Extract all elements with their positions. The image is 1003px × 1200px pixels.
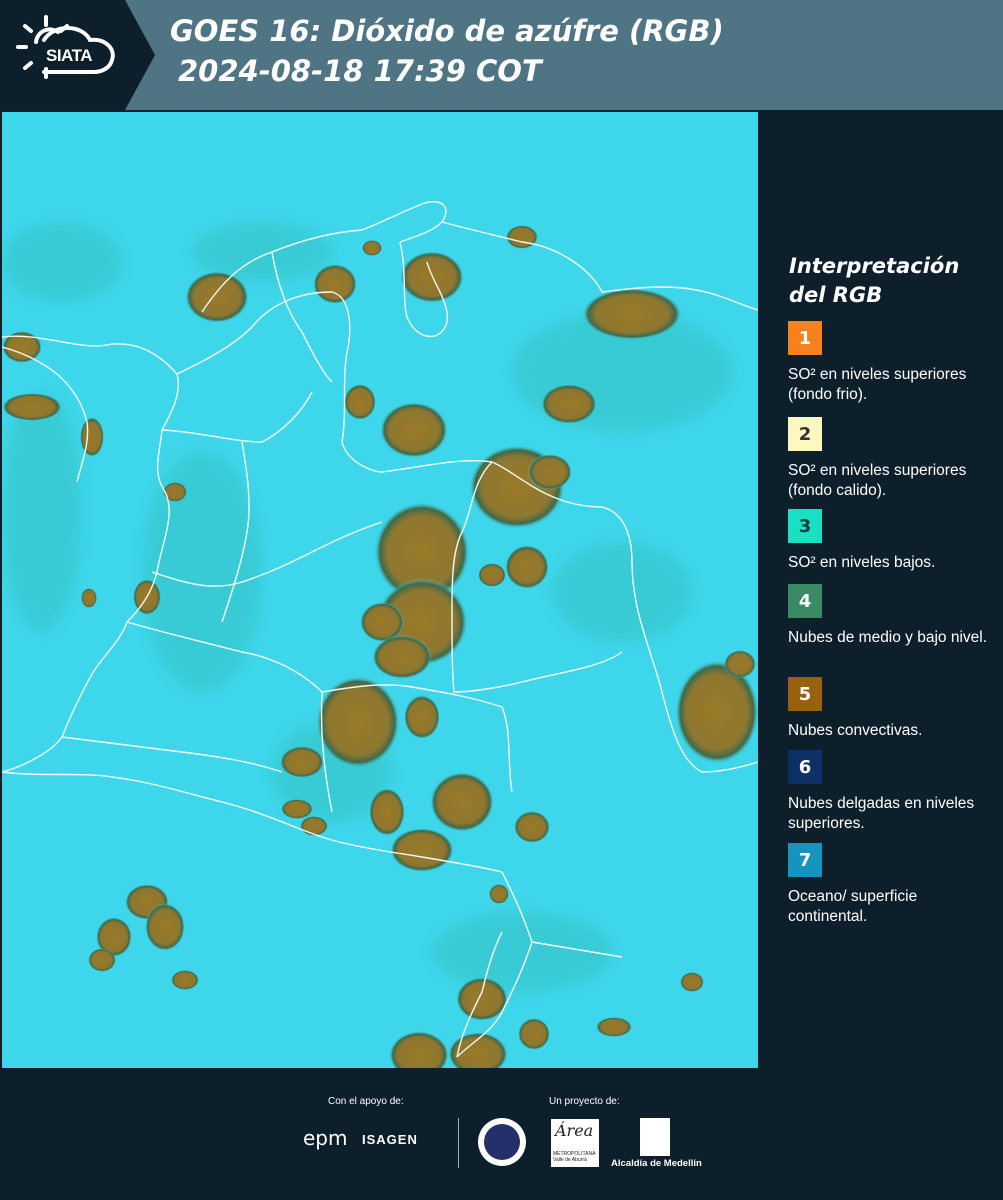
isagen-logo: ISAGEN	[362, 1132, 418, 1147]
alcaldia-shield-icon	[640, 1118, 670, 1156]
footer-divider	[458, 1118, 459, 1168]
epm-logo: epm	[303, 1126, 348, 1150]
legend-item-4: 4 Nubes de medio y bajo nivel.	[788, 584, 993, 648]
legend-panel: Interpretación del RGB 1 SO² en niveles …	[760, 112, 1003, 1068]
legend-label-5: Nubes convectivas.	[788, 722, 923, 739]
legend-item-2: 2 SO² en niveles superiores (fondo calid…	[788, 417, 993, 501]
legend-label-7: Oceano/ superficie continental.	[788, 888, 918, 925]
legend-number-2: 2	[798, 423, 812, 445]
legend-swatch-5: 5	[788, 677, 822, 711]
legend-swatch-7: 7	[788, 843, 822, 877]
legend-label-2: SO² en niveles superiores (fondo calido)…	[788, 462, 967, 499]
medellin-seal-icon	[478, 1118, 526, 1166]
legend-swatch-2: 2	[788, 417, 822, 451]
support-label: Con el apoyo de:	[328, 1096, 404, 1107]
legend-item-1: 1 SO² en niveles superiores (fondo frio)…	[788, 321, 993, 405]
legend-swatch-3: 3	[788, 509, 822, 543]
legend-label-3: SO² en niveles bajos.	[788, 554, 936, 571]
legend-item-3: 3 SO² en niveles bajos.	[788, 509, 993, 573]
seal-inner-icon	[484, 1124, 520, 1160]
satellite-map	[2, 112, 758, 1068]
legend-number-3: 3	[798, 515, 812, 537]
header-bar: SIATA GOES 16: Dióxido de azúfre (RGB) 2…	[0, 0, 1003, 110]
area-metropolitana-logo: Área METROPOLITANA Valle de Aburrá	[551, 1119, 599, 1167]
legend-label-6: Nubes delgadas en niveles superiores.	[788, 795, 975, 832]
legend-number-7: 7	[798, 849, 812, 871]
area-logo-text: Área	[555, 1121, 594, 1140]
legend-swatch-6: 6	[788, 750, 822, 784]
alcaldia-label: Alcaldía de Medellín	[611, 1158, 702, 1169]
legend-item-5: 5 Nubes convectivas.	[788, 677, 993, 741]
legend-number-5: 5	[798, 683, 812, 705]
footer: Con el apoyo de: Un proyecto de: epm ISA…	[0, 1068, 1003, 1200]
legend-label-4: Nubes de medio y bajo nivel.	[788, 629, 988, 646]
satellite-image	[2, 112, 758, 1068]
legend-number-1: 1	[798, 327, 812, 349]
area-logo-subtext: METROPOLITANA Valle de Aburrá	[553, 1151, 596, 1163]
legend-number-4: 4	[798, 590, 812, 612]
legend-number-6: 6	[798, 756, 812, 778]
legend-label-1: SO² en niveles superiores (fondo frio).	[788, 366, 967, 403]
legend-title: Interpretación del RGB	[789, 254, 960, 307]
page-title: GOES 16: Dióxido de azúfre (RGB)	[170, 14, 724, 48]
siata-logo-text: SIATA	[46, 46, 92, 65]
legend-item-6: 6 Nubes delgadas en niveles superiores.	[788, 750, 993, 834]
legend-swatch-4: 4	[788, 584, 822, 618]
logo-panel: SIATA	[0, 0, 155, 110]
page-timestamp: 2024-08-18 17:39 COT	[178, 54, 542, 88]
legend-swatch-1: 1	[788, 321, 822, 355]
project-label: Un proyecto de:	[549, 1096, 620, 1107]
legend-item-7: 7 Oceano/ superficie continental.	[788, 843, 993, 927]
